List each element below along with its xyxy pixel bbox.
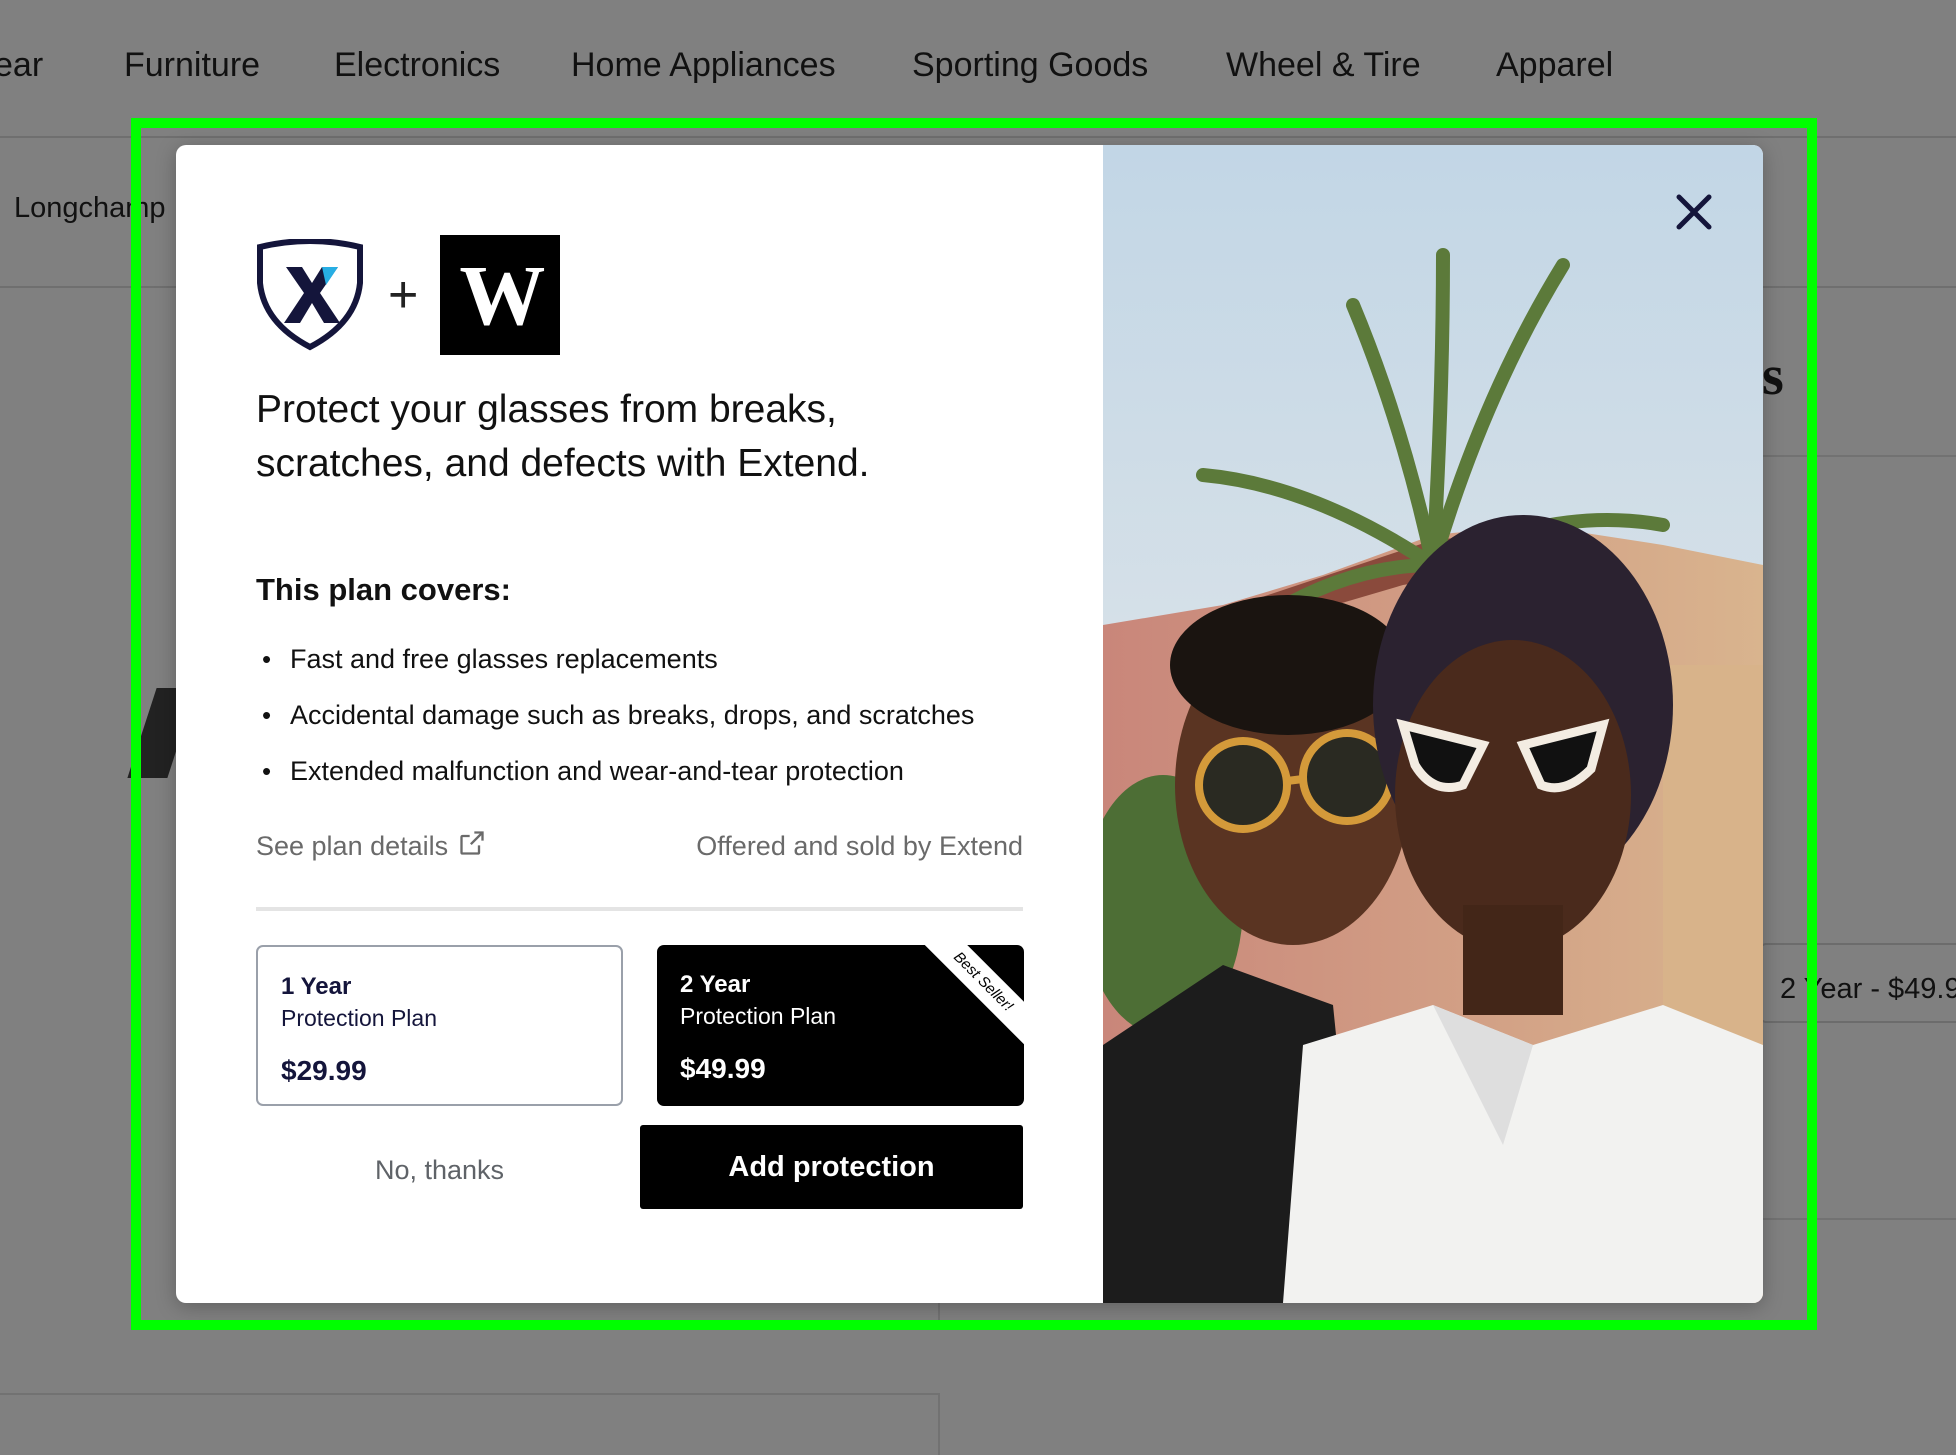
plan-option-2-year[interactable]: 2 Year Protection Plan $49.99 Best Selle… [657, 945, 1024, 1106]
divider [256, 907, 1023, 911]
merchant-logo: W [440, 235, 561, 355]
best-seller-ribbon: Best Seller! [912, 945, 1024, 1053]
nav-item-wheel-tire[interactable]: Wheel & Tire [1226, 46, 1421, 85]
modal-content: + W Protect your glasses from breaks, sc… [176, 145, 1103, 1303]
merchant-logo-letter: W [459, 247, 545, 343]
logo-plus: + [388, 266, 419, 324]
background-panel [0, 1393, 940, 1455]
nav-item-furniture[interactable]: Furniture [124, 46, 260, 85]
add-protection-button[interactable]: Add protection [640, 1125, 1023, 1209]
list-item: Fast and free glasses replacements [256, 631, 974, 687]
list-item: Extended malfunction and wear-and-tear p… [256, 743, 974, 799]
see-plan-details-link[interactable]: See plan details [256, 830, 486, 862]
modal-headline: Protect your glasses from breaks, scratc… [256, 388, 870, 485]
plan-price: $49.99 [680, 1053, 766, 1084]
lifestyle-photo [1103, 145, 1763, 1303]
extend-shield-icon [257, 239, 363, 351]
nav-item-apparel[interactable]: Apparel [1496, 46, 1613, 85]
product-title-fragment: s [1762, 345, 1784, 407]
protection-plan-modal: + W Protect your glasses from breaks, sc… [176, 145, 1763, 1303]
close-icon[interactable] [1669, 187, 1719, 237]
nav-item-sporting-goods[interactable]: Sporting Goods [912, 46, 1148, 85]
nav-item-eyewear[interactable]: ear [0, 46, 43, 85]
plan-option-1-year[interactable]: 1 Year Protection Plan $29.99 [256, 945, 623, 1106]
see-plan-details-label: See plan details [256, 831, 449, 861]
top-navigation: ear Furniture Electronics Home Appliance… [0, 0, 1956, 138]
covers-list: Fast and free glasses replacements Accid… [256, 631, 974, 799]
plan-years: 2 Year [680, 971, 751, 998]
list-item: Accidental damage such as breaks, drops,… [256, 687, 974, 743]
no-thanks-button[interactable]: No, thanks [256, 1155, 623, 1186]
offered-by-text: Offered and sold by Extend [696, 831, 1023, 861]
plan-label: Protection Plan [680, 1003, 836, 1029]
brand-link[interactable]: Longchamp [14, 192, 166, 225]
plan-price: $29.99 [281, 1055, 367, 1086]
plan-label: Protection Plan [281, 1005, 437, 1031]
logo-row: + W [256, 235, 561, 355]
plan-years: 1 Year [281, 973, 352, 1000]
external-link-icon [460, 830, 484, 855]
lifestyle-photo-panel [1103, 145, 1763, 1303]
background-plan-label: 2 Year - $49.9 [1780, 973, 1956, 1005]
covers-title: This plan covers: [256, 572, 511, 607]
nav-item-home-appliances[interactable]: Home Appliances [571, 46, 836, 85]
nav-item-electronics[interactable]: Electronics [334, 46, 500, 85]
